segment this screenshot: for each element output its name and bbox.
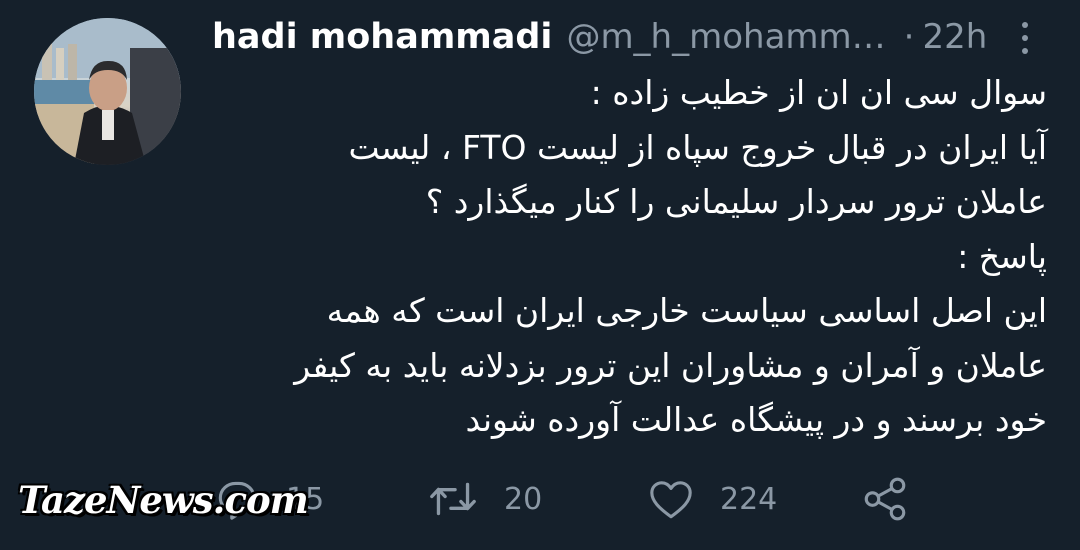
- tweet-line: سوال سی ان ان از خطیب زاده :: [590, 73, 1047, 112]
- like-button[interactable]: 224: [646, 470, 777, 528]
- tweet-line: عاملان ترور سردار سلیمانی را کنار میگذار…: [425, 182, 1047, 221]
- tweet-line: پاسخ :: [957, 236, 1047, 276]
- like-count: 224: [720, 481, 778, 517]
- tweet-line: این اصل اساسی سیاست خارجی ایران است که ه…: [326, 291, 1047, 330]
- retweet-button[interactable]: 20: [426, 470, 542, 528]
- retweet-count: 20: [504, 481, 543, 517]
- like-icon: [650, 481, 692, 519]
- author-handle[interactable]: @m_h_mohamm…: [566, 17, 885, 57]
- tweet-line: آیا ایران در قبال خروج سپاه از لیست FTO …: [348, 127, 1048, 167]
- author-avatar[interactable]: [34, 18, 181, 165]
- tweet-line: خود برسند و در پیشگاه عدالت آورده شوند: [465, 400, 1047, 439]
- tweet-line: عاملان و آمران و مشاوران این ترور بزدلان…: [294, 345, 1047, 385]
- separator-dot: ·: [903, 17, 915, 57]
- tweet-timestamp[interactable]: 22h: [922, 17, 987, 57]
- share-icon: [864, 477, 906, 521]
- retweet-icon: [430, 482, 476, 516]
- watermark-logo: TazeNews.com: [18, 478, 309, 522]
- more-icon[interactable]: [1015, 18, 1035, 58]
- tweet-body: سوال سی ان ان از خطیب زاده : آیا ایران د…: [212, 66, 1047, 448]
- tweet-header: hadi mohammadi @m_h_mohamm… · 22h: [212, 14, 1042, 60]
- share-button[interactable]: [860, 470, 910, 528]
- author-name[interactable]: hadi mohammadi: [212, 17, 552, 57]
- avatar-photo: [34, 18, 181, 165]
